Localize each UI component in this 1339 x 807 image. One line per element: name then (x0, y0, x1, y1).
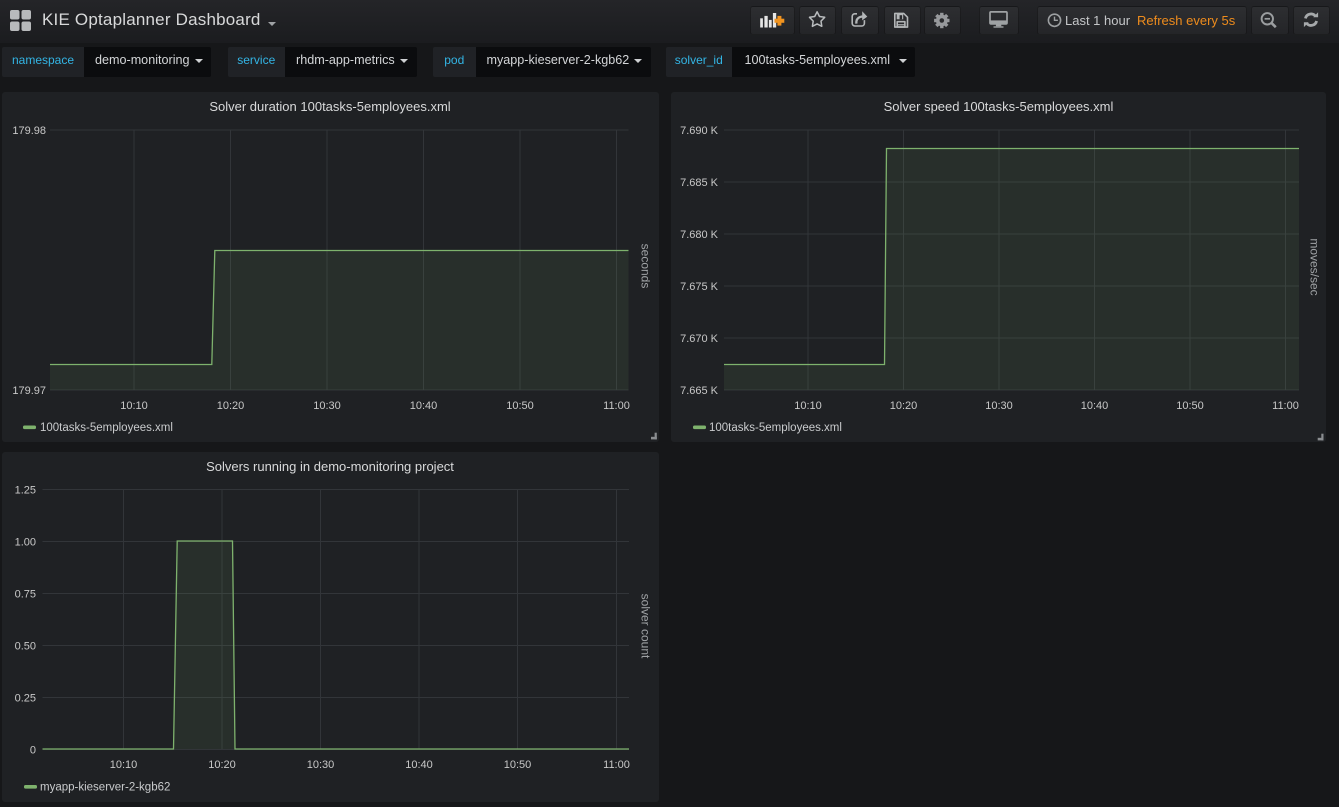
svg-text:10:50: 10:50 (504, 759, 532, 771)
svg-text:10:30: 10:30 (313, 400, 341, 412)
svg-text:10:40: 10:40 (410, 400, 438, 412)
svg-text:10:50: 10:50 (1176, 400, 1204, 412)
svg-text:solver count: solver count (639, 594, 653, 659)
svg-text:10:30: 10:30 (985, 400, 1013, 412)
svg-text:10:20: 10:20 (890, 400, 918, 412)
svg-text:0: 0 (30, 745, 36, 757)
svg-text:179.97: 179.97 (12, 385, 46, 397)
svg-text:7.675 K: 7.675 K (680, 281, 719, 293)
svg-text:7.670 K: 7.670 K (680, 333, 719, 345)
svg-text:moves/sec: moves/sec (1308, 238, 1322, 295)
svg-text:Solvers running in demo-monito: Solvers running in demo-monitoring proje… (206, 459, 454, 474)
svg-text:7.685 K: 7.685 K (680, 177, 719, 189)
svg-text:100tasks-5employees.xml: 100tasks-5employees.xml (709, 422, 842, 434)
svg-text:179.98: 179.98 (12, 125, 46, 137)
svg-text:0.75: 0.75 (15, 589, 36, 601)
svg-text:0.50: 0.50 (15, 641, 36, 653)
svg-text:11:00: 11:00 (603, 400, 630, 412)
svg-text:10:10: 10:10 (120, 400, 148, 412)
svg-text:10:10: 10:10 (110, 759, 138, 771)
svg-text:Solver speed 100tasks-5employe: Solver speed 100tasks-5employees.xml (884, 99, 1114, 114)
svg-text:100tasks-5employees.xml: 100tasks-5employees.xml (40, 422, 173, 434)
svg-text:10:20: 10:20 (217, 400, 245, 412)
svg-text:10:30: 10:30 (307, 759, 335, 771)
svg-text:Solver duration 100tasks-5empl: Solver duration 100tasks-5employees.xml (209, 99, 450, 114)
svg-text:11:00: 11:00 (1272, 400, 1299, 412)
svg-text:7.690 K: 7.690 K (680, 125, 719, 137)
svg-text:10:20: 10:20 (208, 759, 236, 771)
svg-text:10:50: 10:50 (506, 400, 534, 412)
svg-text:10:10: 10:10 (794, 400, 822, 412)
svg-text:1.00: 1.00 (15, 537, 36, 549)
svg-text:7.680 K: 7.680 K (680, 229, 719, 241)
svg-text:7.665 K: 7.665 K (680, 385, 719, 397)
svg-text:seconds: seconds (639, 244, 653, 289)
svg-text:11:00: 11:00 (603, 759, 630, 771)
svg-text:0.25: 0.25 (15, 693, 36, 705)
svg-text:1.25: 1.25 (15, 485, 36, 497)
svg-text:10:40: 10:40 (405, 759, 433, 771)
svg-text:10:40: 10:40 (1081, 400, 1109, 412)
